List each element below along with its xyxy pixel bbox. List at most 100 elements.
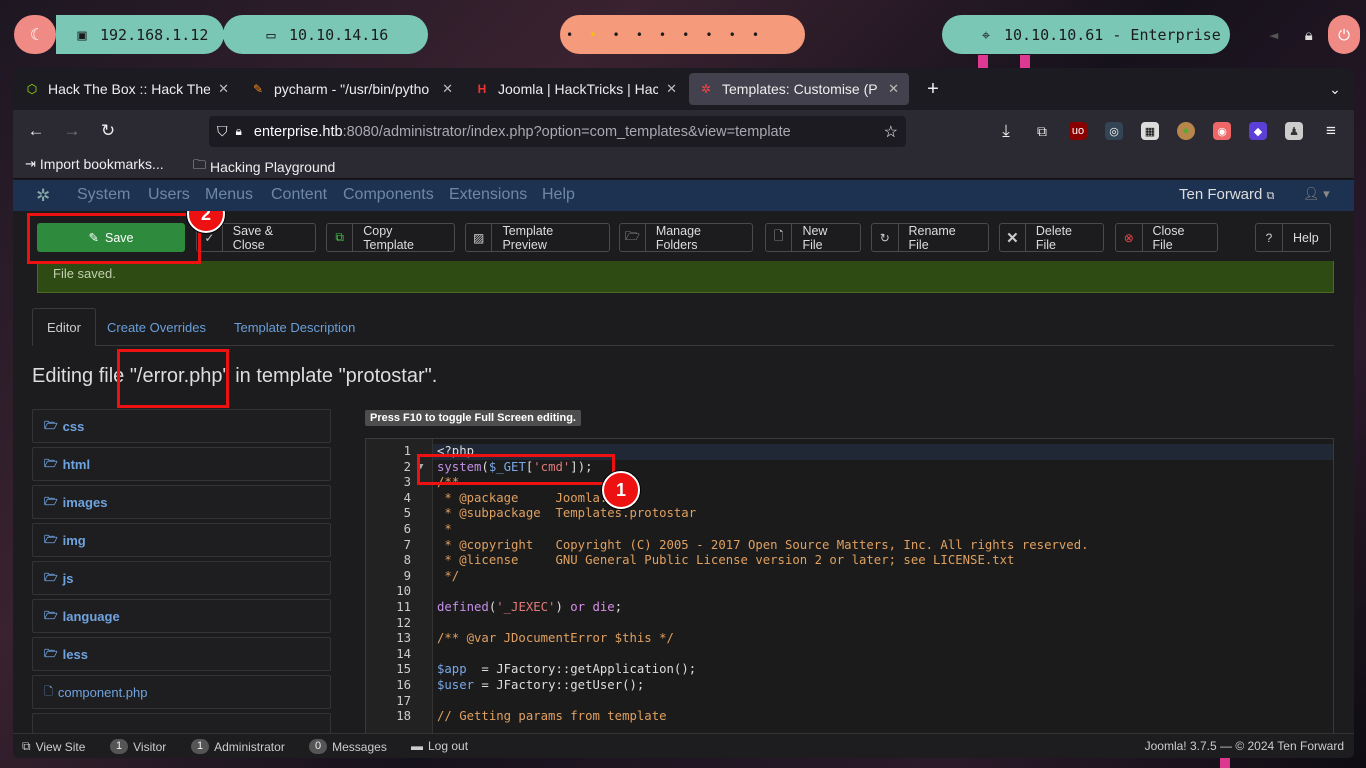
close-tab-icon[interactable]: ✕: [666, 81, 677, 97]
lock-icon[interactable]: 🔒︎: [1305, 26, 1313, 44]
menu-help[interactable]: Help: [542, 186, 575, 204]
forward-button[interactable]: →: [61, 121, 83, 141]
new-tab-button[interactable]: +: [918, 73, 948, 105]
import-icon: ⇥: [25, 156, 36, 171]
local-ip-widget[interactable]: ▣ 192.168.1.12: [56, 15, 224, 54]
bookmark-folder-hacking[interactable]: 🗀 Hacking Playground: [193, 156, 335, 178]
kali-menu-button[interactable]: ☾: [14, 15, 56, 54]
wappalyzer-icon[interactable]: ◆: [1249, 122, 1267, 140]
close-tab-icon[interactable]: ✕: [442, 81, 453, 97]
list-tabs-button[interactable]: ⌄: [1321, 73, 1349, 105]
close-tab-icon[interactable]: ✕: [218, 81, 229, 97]
file-icon: 🗋: [44, 685, 53, 698]
refresh-icon: ↻: [872, 224, 899, 251]
close-tab-icon[interactable]: ✕: [888, 81, 899, 97]
tab-editor[interactable]: Editor: [32, 308, 96, 346]
caret-down-icon: ▾: [1323, 186, 1330, 201]
menu-extensions[interactable]: Extensions: [449, 186, 527, 204]
volume-muted-icon[interactable]: ◄: [1269, 26, 1278, 44]
wallpaper-stripe: [1220, 758, 1230, 768]
back-button[interactable]: ←: [25, 121, 47, 141]
user-agent-icon[interactable]: ♟: [1285, 122, 1303, 140]
tab-template-description[interactable]: Template Description: [220, 308, 369, 346]
menu-system[interactable]: System: [77, 186, 130, 204]
manage-folders-button[interactable]: 🗁 Manage Folders: [619, 223, 753, 252]
menu-menus[interactable]: Menus: [205, 186, 253, 204]
star-icon[interactable]: ☆: [884, 122, 898, 142]
folder-img[interactable]: 🗁 img: [32, 523, 331, 557]
tab-hackthebox[interactable]: ⬡ Hack The Box :: Hack The ✕: [15, 73, 239, 105]
extensions-button[interactable]: ⧉: [1031, 121, 1053, 141]
template-preview-button[interactable]: ▨ Template Preview: [465, 223, 610, 252]
ublock-icon[interactable]: uo: [1069, 122, 1087, 140]
reload-button[interactable]: ↻: [97, 121, 119, 141]
new-file-button[interactable]: 🗋 New File: [765, 223, 861, 252]
site-link[interactable]: Ten Forward ⧉: [1179, 186, 1274, 203]
arrow-right-icon: →: [63, 121, 81, 140]
close-circle-icon: ⊗: [1116, 224, 1143, 251]
folder-less[interactable]: 🗁 less: [32, 637, 331, 671]
vpn-ip-widget[interactable]: ▭ 10.10.14.16: [223, 15, 428, 54]
file-next[interactable]: [32, 713, 331, 733]
folder-language[interactable]: 🗁 language: [32, 599, 331, 633]
joomla-icon: ✲: [700, 82, 712, 96]
tab-create-overrides[interactable]: Create Overrides: [93, 308, 220, 346]
qr-icon[interactable]: ▦: [1141, 122, 1159, 140]
logout-link[interactable]: ▬ Log out: [411, 739, 468, 753]
save-button[interactable]: ✎ Save: [37, 223, 185, 252]
template-editor-page: ✎ Save ✓ Save & Close ⧉ Copy Template ▨ Temp…: [13, 211, 1354, 733]
folder-html[interactable]: 🗁 html: [32, 447, 331, 481]
tab-bar: ⬡ Hack The Box :: Hack The ✕ ✎ pycharm -…: [13, 68, 1354, 110]
plus-icon: +: [927, 77, 939, 100]
line-number: 6: [403, 522, 411, 536]
external-link-icon: ⧉: [22, 739, 31, 753]
url-bar[interactable]: ⛉ 🔒︎ enterprise.htb:8080/administrator/i…: [209, 116, 906, 147]
menu-content[interactable]: Content: [271, 186, 327, 204]
help-button[interactable]: ? Help: [1255, 223, 1331, 252]
rename-file-button[interactable]: ↻ Rename File: [871, 223, 989, 252]
target-widget[interactable]: ⌖ 10.10.10.61 - Enterprise: [942, 15, 1230, 54]
menu-users[interactable]: Users: [148, 186, 190, 204]
file-component-php[interactable]: 🗋 component.php: [32, 675, 331, 709]
joomla-logo-icon[interactable]: ✲: [36, 186, 50, 206]
code-editor[interactable]: 1 2 3 4 5 6 7 8 9 10 11 12 13 14 15 16 17 18 ▼ <?php system…: [365, 438, 1334, 733]
menu-components[interactable]: Components: [343, 186, 434, 204]
bookmark-import[interactable]: ⇥ Import bookmarks...: [25, 156, 164, 172]
folder-js[interactable]: 🗁 js: [32, 561, 331, 595]
crosshair-icon: ⌖: [981, 25, 991, 44]
power-icon: ⏻: [1338, 25, 1350, 44]
downloads-button[interactable]: ⤓: [995, 121, 1017, 141]
arrow-left-icon: ←: [27, 121, 45, 140]
bookmarks-bar: ⇥ Import bookmarks... 🗀 Hacking Playground: [13, 152, 1354, 179]
visitor-count[interactable]: 1 Visitor: [110, 739, 166, 754]
line-number: 17: [396, 693, 411, 708]
shield-icon[interactable]: ⛉: [217, 123, 228, 140]
messages-count[interactable]: 0 Messages: [309, 739, 387, 754]
hacktricks-icon: H: [477, 82, 487, 96]
fold-arrow-icon[interactable]: ▼: [418, 459, 423, 475]
admin-count[interactable]: 1 Administrator: [191, 739, 285, 754]
cookie-icon[interactable]: ●: [1177, 122, 1195, 140]
workspace-switcher[interactable]: •••••••••: [560, 15, 805, 54]
file-tree: 🗁 css 🗁 html 🗁 images 🗁 img 🗁 js 🗁 language 🗁 l…: [32, 409, 331, 733]
line-number: 9: [403, 568, 411, 583]
tab-hacktricks[interactable]: H Joomla | HackTricks | Hac ✕: [465, 73, 687, 105]
power-button[interactable]: ⏻: [1328, 15, 1360, 54]
cookie-editor-icon[interactable]: ◉: [1213, 122, 1231, 140]
folder-css[interactable]: 🗁 css: [32, 409, 331, 443]
glasses-icon[interactable]: ◎: [1105, 122, 1123, 140]
tab-templates[interactable]: ✲ Templates: Customise (P ✕: [689, 73, 909, 105]
view-site-link[interactable]: ⧉ View Site: [22, 739, 85, 754]
copy-template-button[interactable]: ⧉ Copy Template: [326, 223, 455, 252]
folder-images[interactable]: 🗁 images: [32, 485, 331, 519]
line-number: 5: [403, 506, 411, 521]
file-icon: 🗋: [766, 224, 793, 251]
tab-pycharm[interactable]: ✎ pycharm - "/usr/bin/pytho ✕: [241, 73, 463, 105]
delete-file-button[interactable]: ✕ Delete File: [999, 223, 1104, 252]
menu-button[interactable]: ≡: [1320, 121, 1342, 141]
lock-warning-icon[interactable]: 🔒︎: [236, 124, 242, 139]
line-number: 14: [396, 646, 411, 661]
user-menu[interactable]: 👤︎ ▾: [1303, 186, 1330, 202]
line-number: 1: [403, 444, 411, 458]
close-file-button[interactable]: ⊗ Close File: [1115, 223, 1218, 252]
